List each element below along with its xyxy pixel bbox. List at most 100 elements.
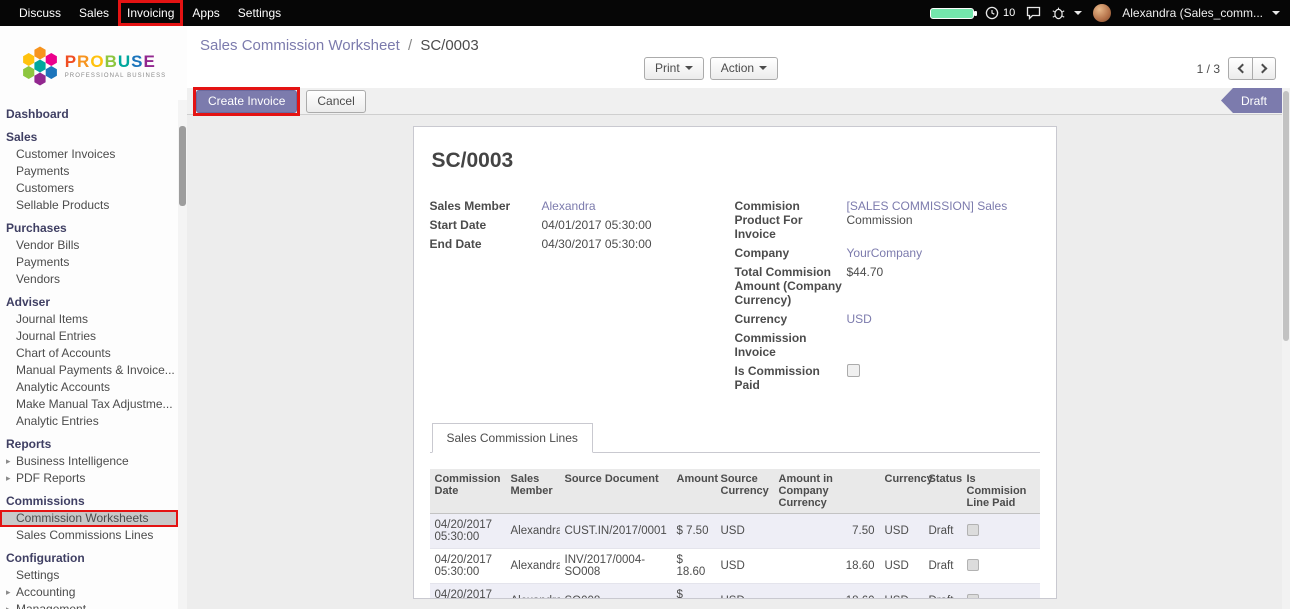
chat-icon[interactable] xyxy=(1026,6,1041,20)
annotation-box: Create Invoice xyxy=(193,87,300,116)
logo-subtitle: PROFESSIONAL BUSINESS xyxy=(65,73,167,79)
cell-member: Alexandra xyxy=(506,549,560,584)
sidebar-item-payments-purchases[interactable]: Payments xyxy=(0,254,178,271)
record-title: SC/0003 xyxy=(432,149,1040,173)
table-row[interactable]: 04/20/2017 05:30:00 Alexandra INV/2017/0… xyxy=(430,549,1040,584)
field-label-sales-member: Sales Member xyxy=(430,199,542,213)
col-amount[interactable]: Amount xyxy=(672,469,716,514)
cell-amount: $ 7.50 xyxy=(672,514,716,549)
sidebar-item-accounting[interactable]: Accounting xyxy=(0,584,178,601)
cell-doc: SO008 xyxy=(560,584,672,600)
sidebar-section-reports[interactable]: Reports xyxy=(0,436,187,453)
action-button[interactable]: Action xyxy=(710,57,778,80)
activity-indicator[interactable]: 10 xyxy=(985,6,1015,20)
field-label-currency: Currency xyxy=(735,312,847,326)
cancel-button[interactable]: Cancel xyxy=(306,90,365,113)
cell-status: Draft xyxy=(924,584,962,600)
sidebar-item-commission-worksheets[interactable]: Commission Worksheets xyxy=(0,510,178,527)
commission-lines-table: Commission Date Sales Member Source Docu… xyxy=(430,469,1040,599)
topmenu-settings[interactable]: Settings xyxy=(229,0,290,26)
cell-src-currency: USD xyxy=(716,584,774,600)
sidebar-section-configuration[interactable]: Configuration xyxy=(0,550,187,567)
chevron-left-icon xyxy=(1237,64,1247,74)
table-row[interactable]: 04/20/2017 10:35:53 Alexandra SO008 $ 18… xyxy=(430,584,1040,600)
col-commission-date[interactable]: Commission Date xyxy=(430,469,506,514)
col-status[interactable]: Status xyxy=(924,469,962,514)
cell-src-currency: USD xyxy=(716,549,774,584)
chevron-down-icon xyxy=(1272,11,1280,19)
sidebar-item-customers[interactable]: Customers xyxy=(0,180,178,197)
col-currency[interactable]: Currency xyxy=(880,469,924,514)
pager-previous-button[interactable] xyxy=(1228,57,1252,80)
cell-doc: INV/2017/0004-SO008 xyxy=(560,549,672,584)
cell-paid xyxy=(962,584,1040,600)
sidebar-item-sellable-products[interactable]: Sellable Products xyxy=(0,197,178,214)
sidebar-item-analytic-entries[interactable]: Analytic Entries xyxy=(0,413,178,430)
field-value-company[interactable]: YourCompany xyxy=(847,246,1035,260)
sidebar-scrollbar[interactable] xyxy=(178,100,187,609)
table-row[interactable]: 04/20/2017 05:30:00 Alexandra CUST.IN/20… xyxy=(430,514,1040,549)
col-amount-in-company-currency[interactable]: Amount in Company Currency xyxy=(774,469,880,514)
sidebar-item-business-intelligence[interactable]: Business Intelligence xyxy=(0,453,178,470)
company-logo: PROBUSE PROFESSIONAL BUSINESS xyxy=(0,26,187,100)
sidebar-item-analytic-accounts[interactable]: Analytic Accounts xyxy=(0,379,178,396)
sidebar-section-purchases[interactable]: Purchases xyxy=(0,220,187,237)
create-invoice-button[interactable]: Create Invoice xyxy=(196,90,297,113)
debug-menu[interactable] xyxy=(1052,6,1082,20)
commission-product-text: Commission xyxy=(847,213,1035,227)
pager-next-button[interactable] xyxy=(1252,57,1276,80)
col-source-document[interactable]: Source Document xyxy=(560,469,672,514)
cell-member: Alexandra xyxy=(506,584,560,600)
field-value-currency[interactable]: USD xyxy=(847,312,1035,326)
sidebar-item-journal-items[interactable]: Journal Items xyxy=(0,311,178,328)
sidebar-item-pdf-reports[interactable]: PDF Reports xyxy=(0,470,178,487)
user-avatar[interactable] xyxy=(1093,4,1111,22)
chevron-down-icon xyxy=(1074,11,1082,19)
sidebar-item-dashboard[interactable]: Dashboard xyxy=(0,106,187,123)
topmenu-discuss[interactable]: Discuss xyxy=(10,0,70,26)
field-column-right: Commision Product For Invoice [SALES COM… xyxy=(735,199,1035,397)
window-scrollbar-thumb[interactable] xyxy=(1283,91,1289,341)
sidebar-item-payments-sales[interactable]: Payments xyxy=(0,163,178,180)
sidebar-item-make-manual-tax-adjustment[interactable]: Make Manual Tax Adjustme... xyxy=(0,396,178,413)
breadcrumb-parent[interactable]: Sales Commission Worksheet xyxy=(200,37,400,54)
sidebar-item-vendor-bills[interactable]: Vendor Bills xyxy=(0,237,178,254)
field-label-end-date: End Date xyxy=(430,237,542,251)
print-button[interactable]: Print xyxy=(644,57,704,80)
commission-product-link[interactable]: [SALES COMMISSION] Sales xyxy=(847,199,1035,213)
col-source-currency[interactable]: Source Currency xyxy=(716,469,774,514)
cell-amount-cc: 18.60 xyxy=(774,549,880,584)
cell-paid xyxy=(962,514,1040,549)
sidebar-item-sales-commissions-lines[interactable]: Sales Commissions Lines xyxy=(0,527,178,544)
user-menu[interactable]: Alexandra (Sales_comm... xyxy=(1122,6,1280,20)
breadcrumb-separator: / xyxy=(404,37,416,54)
sidebar-item-vendors[interactable]: Vendors xyxy=(0,271,178,288)
sidebar-section-adviser[interactable]: Adviser xyxy=(0,294,187,311)
topmenu-invoicing[interactable]: Invoicing xyxy=(118,0,183,26)
sidebar-item-journal-entries[interactable]: Journal Entries xyxy=(0,328,178,345)
form-button-strip: Create Invoice Cancel Draft xyxy=(187,88,1282,115)
chevron-right-icon xyxy=(1258,64,1268,74)
line-paid-checkbox xyxy=(967,594,979,600)
field-value-sales-member[interactable]: Alexandra xyxy=(542,199,730,213)
window-scrollbar[interactable] xyxy=(1282,88,1290,609)
sidebar-section-commissions[interactable]: Commissions xyxy=(0,493,187,510)
topmenu-sales[interactable]: Sales xyxy=(70,0,118,26)
sidebar-item-customer-invoices[interactable]: Customer Invoices xyxy=(0,146,178,163)
pager-value: 1 / 3 xyxy=(1197,62,1220,76)
sidebar-scrollbar-thumb[interactable] xyxy=(179,126,186,206)
systray: 10 Alexandra (Sales_comm... xyxy=(930,4,1290,22)
status-badge-draft: Draft xyxy=(1221,88,1282,113)
col-is-commission-line-paid[interactable]: Is Commision Line Paid xyxy=(962,469,1040,514)
tab-sales-commission-lines[interactable]: Sales Commission Lines xyxy=(432,423,593,453)
chevron-down-icon xyxy=(759,66,767,74)
sidebar-item-chart-of-accounts[interactable]: Chart of Accounts xyxy=(0,345,178,362)
sidebar-section-sales[interactable]: Sales xyxy=(0,129,187,146)
sidebar-item-manual-payments-invoice[interactable]: Manual Payments & Invoice... xyxy=(0,362,178,379)
battery-icon xyxy=(930,8,974,19)
topmenu-apps[interactable]: Apps xyxy=(183,0,228,26)
logo-hexagons-icon xyxy=(21,45,59,87)
sidebar-item-settings[interactable]: Settings xyxy=(0,567,178,584)
col-sales-member[interactable]: Sales Member xyxy=(506,469,560,514)
sidebar-item-management[interactable]: Management xyxy=(0,601,178,609)
